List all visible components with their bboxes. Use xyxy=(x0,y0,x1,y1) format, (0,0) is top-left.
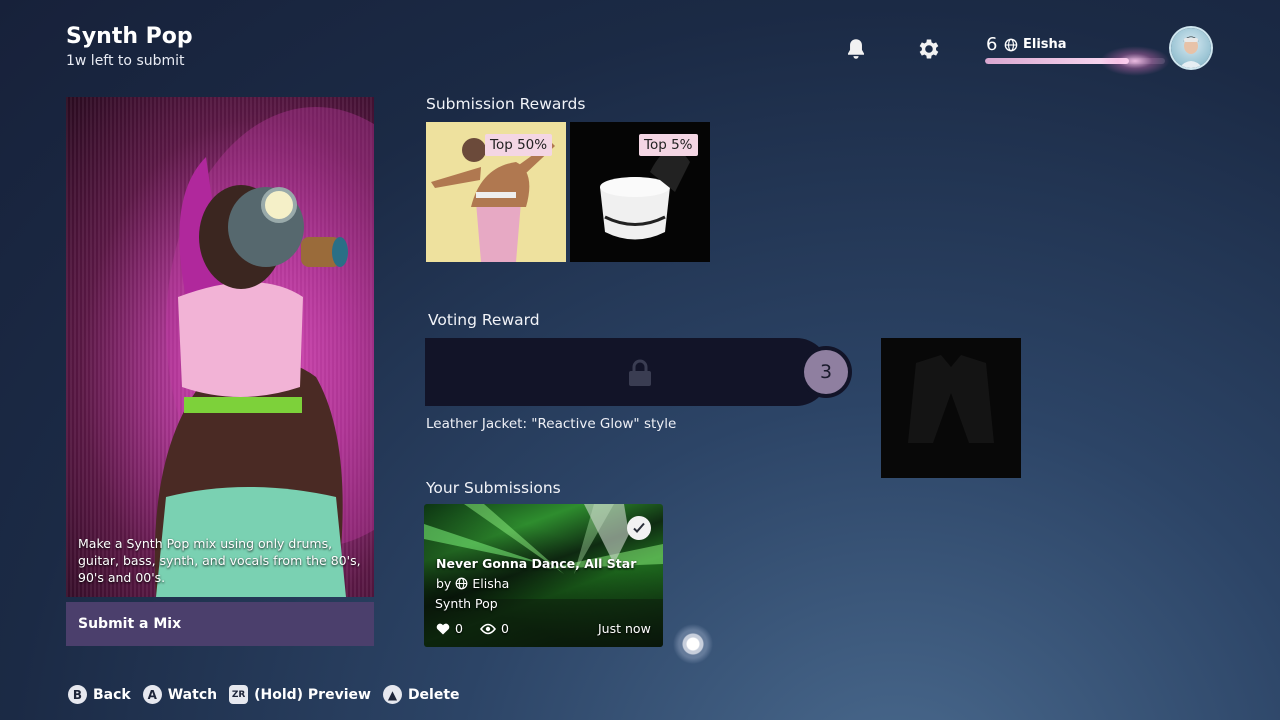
avatar-portrait-icon xyxy=(1179,36,1203,68)
hint-label: Back xyxy=(93,686,131,703)
submitted-check-icon xyxy=(627,516,651,540)
player-level: 6 xyxy=(986,34,998,55)
submission-time: Just now xyxy=(598,621,651,636)
your-submissions-title: Your Submissions xyxy=(426,479,561,497)
hint-preview[interactable]: ZR (Hold) Preview xyxy=(229,685,371,704)
pointer-cursor xyxy=(673,624,713,664)
hint-delete[interactable]: ▲ Delete xyxy=(382,685,460,704)
submission-title: Never Gonna Dance, All Star xyxy=(436,556,637,571)
gear-icon xyxy=(919,39,939,59)
submit-mix-button[interactable]: Submit a Mix xyxy=(66,602,374,646)
xp-glow xyxy=(1100,46,1170,76)
globe-icon xyxy=(1004,38,1018,51)
submission-genre: Synth Pop xyxy=(435,596,498,611)
challenge-description: Make a Synth Pop mix using only drums, g… xyxy=(78,536,361,585)
avatar[interactable] xyxy=(1171,28,1211,68)
hint-back[interactable]: B Back xyxy=(68,685,131,704)
bell-icon xyxy=(847,39,865,59)
challenge-artwork xyxy=(66,97,374,597)
voting-reward-title: Voting Reward xyxy=(428,311,540,329)
reward-badge: Top 50% xyxy=(485,134,553,156)
eye-icon xyxy=(479,623,496,634)
likes-count: 0 xyxy=(455,621,463,636)
username: Elisha xyxy=(1004,37,1067,52)
submission-stats: 0 0 xyxy=(436,621,509,636)
controller-hints: B Back A Watch ZR (Hold) Preview ▲ Delet… xyxy=(68,685,460,704)
views-count: 0 xyxy=(500,621,509,636)
lock-icon xyxy=(629,359,651,386)
character-illustration xyxy=(154,107,374,597)
b-button-icon: B xyxy=(68,685,87,704)
reward-tile-jacket[interactable] xyxy=(881,338,1021,478)
by-label: by xyxy=(436,576,452,591)
submission-author: by Elisha xyxy=(436,576,509,591)
hint-watch[interactable]: A Watch xyxy=(142,685,218,704)
hint-label: (Hold) Preview xyxy=(254,686,371,703)
username-label: Elisha xyxy=(1023,37,1067,52)
jacket-image xyxy=(908,355,994,443)
triangle-button-icon: ▲ xyxy=(382,685,402,704)
author-name: Elisha xyxy=(472,576,510,591)
page-title: Synth Pop xyxy=(66,24,193,49)
heart-icon xyxy=(436,623,450,634)
reward-badge: Top 5% xyxy=(639,134,698,156)
voting-reward-label: Leather Jacket: "Reactive Glow" style xyxy=(426,416,677,432)
hint-label: Watch xyxy=(167,686,218,703)
settings-button[interactable] xyxy=(910,31,946,67)
a-button-icon: A xyxy=(142,685,162,704)
notifications-button[interactable] xyxy=(838,31,874,67)
time-left-label: 1w left to submit xyxy=(66,53,185,69)
zr-button-icon: ZR xyxy=(229,685,249,704)
submission-rewards-title: Submission Rewards xyxy=(426,95,586,113)
globe-icon xyxy=(455,577,468,590)
votes-required-count: 3 xyxy=(804,350,848,394)
hint-label: Delete xyxy=(407,686,460,703)
